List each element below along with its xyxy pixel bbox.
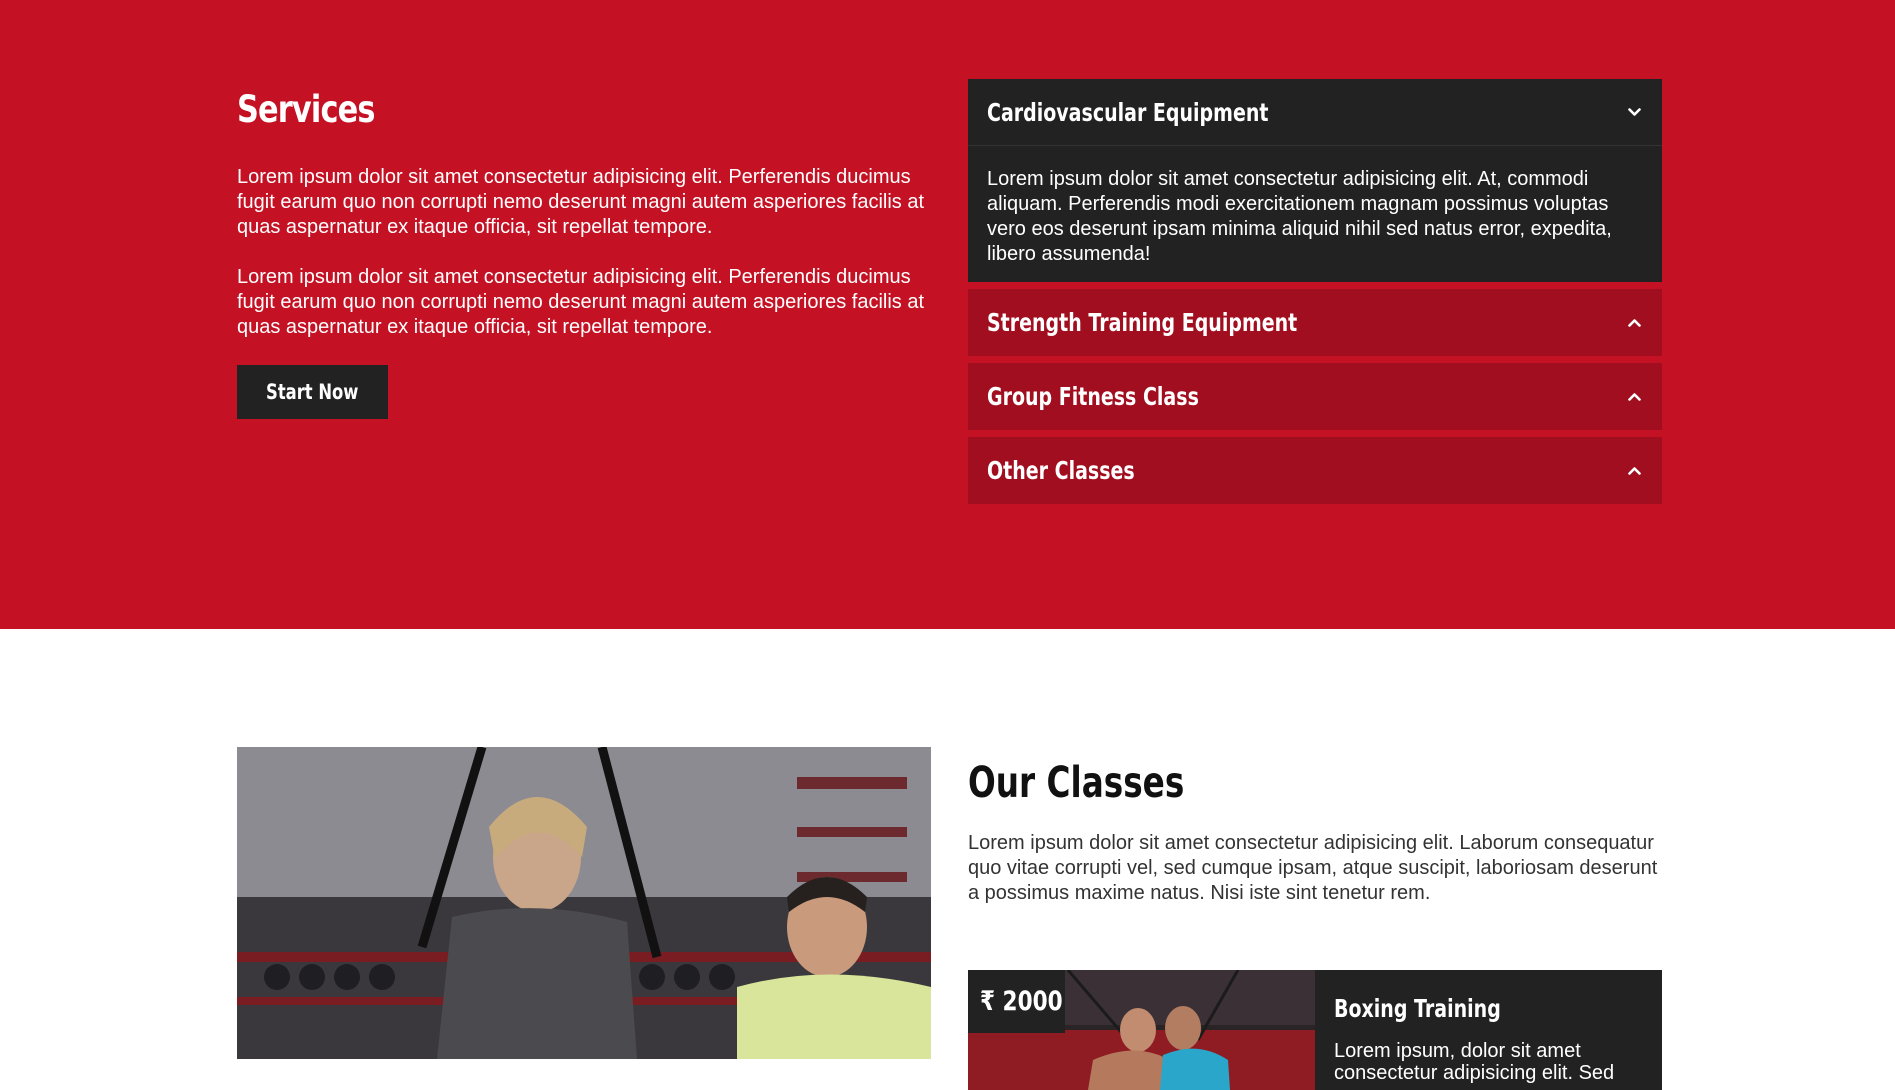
accordion-title: Group Fitness Class: [987, 382, 1199, 411]
start-now-label: Start Now: [266, 380, 359, 404]
chevron-up-icon: [1626, 389, 1642, 405]
accordion-body-cardiovascular: Lorem ipsum dolor sit amet consectetur a…: [968, 146, 1662, 282]
classes-section: Our Classes Lorem ipsum dolor sit amet c…: [0, 629, 1895, 1090]
accordion-title: Cardiovascular Equipment: [987, 97, 1269, 127]
start-now-button[interactable]: Start Now: [237, 365, 388, 419]
classes-paragraph: Lorem ipsum dolor sit amet consectetur a…: [968, 832, 1658, 904]
services-section: Services Lorem ipsum dolor sit amet cons…: [0, 0, 1895, 629]
class-price: ₹ 2000: [980, 986, 1063, 1017]
classes-intro: Our Classes Lorem ipsum dolor sit amet c…: [968, 747, 1662, 1090]
class-card-title: Boxing Training: [1334, 994, 1501, 1023]
accordion-item-strength: Strength Training Equipment: [968, 289, 1662, 356]
services-accordion: Cardiovascular Equipment Lorem ipsum dol…: [968, 79, 1662, 511]
price-badge: ₹ 2000: [968, 970, 1065, 1033]
accordion-header-strength[interactable]: Strength Training Equipment: [968, 289, 1662, 356]
accordion-header-cardiovascular[interactable]: Cardiovascular Equipment: [968, 79, 1662, 146]
class-card-text: Boxing Training Lorem ipsum, dolor sit a…: [1334, 992, 1644, 1084]
chevron-up-icon: [1626, 463, 1642, 479]
classes-title: Our Classes: [968, 758, 1185, 808]
services-intro: Services Lorem ipsum dolor sit amet cons…: [237, 84, 927, 419]
accordion-item-other-classes: Other Classes: [968, 437, 1662, 504]
chevron-up-icon: [1626, 315, 1642, 331]
class-card-description: Lorem ipsum, dolor sit amet consectetur …: [1334, 1040, 1615, 1084]
services-paragraph-2: Lorem ipsum dolor sit amet consectetur a…: [237, 266, 925, 338]
services-title: Services: [237, 88, 375, 131]
class-card-boxing[interactable]: ₹ 2000 Boxing Training Lorem ipsum, dolo…: [968, 970, 1662, 1090]
chevron-down-icon: [1626, 104, 1642, 120]
accordion-title: Strength Training Equipment: [987, 308, 1298, 337]
accordion-item-group-fitness: Group Fitness Class: [968, 363, 1662, 430]
accordion-item-cardiovascular: Cardiovascular Equipment Lorem ipsum dol…: [968, 79, 1662, 282]
accordion-header-group-fitness[interactable]: Group Fitness Class: [968, 363, 1662, 430]
training-photo: [237, 747, 931, 1059]
accordion-title: Other Classes: [987, 456, 1135, 485]
accordion-header-other-classes[interactable]: Other Classes: [968, 437, 1662, 504]
services-paragraph-1: Lorem ipsum dolor sit amet consectetur a…: [237, 166, 925, 238]
